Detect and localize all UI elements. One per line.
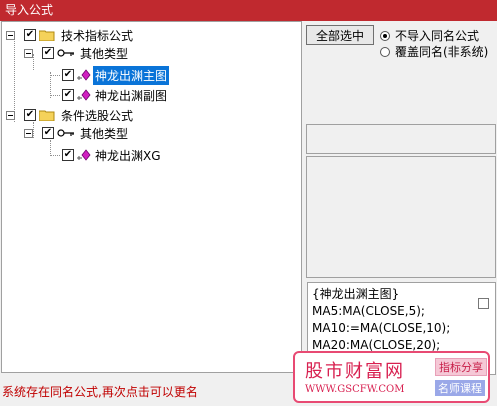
- tree-node-label: 技术指标公式: [61, 28, 134, 43]
- tree-node-label: 神龙出渊主图: [93, 65, 170, 85]
- tree-node-tech-indicators[interactable]: ✔ 技术指标公式: [6, 26, 135, 44]
- info-panel-2: [306, 156, 496, 278]
- radio-dot[interactable]: [380, 46, 390, 57]
- formula-tree[interactable]: ✔ 技术指标公式 ✔ 其他类型 ✔ 神龙出渊主图 ✔ 神龙出渊副图 ✔ 条件选股…: [1, 21, 302, 373]
- tree-connector: [50, 95, 60, 96]
- collapse-icon[interactable]: [6, 31, 15, 40]
- info-panel-1: [306, 124, 496, 154]
- radio-dot[interactable]: [380, 30, 390, 41]
- checkbox-stock-selection[interactable]: ✔: [24, 109, 36, 121]
- checkbox-sub-chart[interactable]: ✔: [62, 89, 74, 101]
- tree-node-main-chart[interactable]: ✔ 神龙出渊主图: [62, 65, 170, 85]
- watermark-tag-share: 指标分享: [435, 358, 487, 376]
- tree-connector: [50, 75, 60, 76]
- watermark-logo: 股市财富网 WWW.GSCFW.COM 指标分享 名师课程: [293, 351, 490, 403]
- checkbox-main-chart[interactable]: ✔: [62, 69, 74, 81]
- tree-node-xg[interactable]: ✔ 神龙出渊XG: [62, 146, 163, 164]
- tree-node-sub-chart[interactable]: ✔ 神龙出渊副图: [62, 86, 169, 104]
- collapse-icon[interactable]: [6, 111, 15, 120]
- tree-node-other-types-2[interactable]: ✔ 其他类型: [24, 124, 130, 142]
- radio-overwrite-label: 覆盖同名(非系统): [395, 45, 489, 59]
- watermark-url: WWW.GSCFW.COM: [305, 384, 405, 395]
- tree-node-other-types[interactable]: ✔ 其他类型: [24, 44, 130, 62]
- import-formula-dialog: 导入公式 ✔ 技术指标公式 ✔ 其他类型 ✔ 神龙出渊主图 ✔ 神龙出渊副图 ✔…: [0, 0, 497, 406]
- key-icon: [57, 129, 74, 137]
- radio-overwrite-duplicate[interactable]: 覆盖同名(非系统): [380, 43, 488, 60]
- watermark-name: 股市财富网: [305, 361, 405, 382]
- select-all-button[interactable]: 全部选中: [306, 25, 374, 45]
- radio-skip-label: 不导入同名公式: [395, 29, 480, 43]
- formula-icon: [77, 89, 91, 101]
- checkbox-other-types[interactable]: ✔: [42, 47, 54, 59]
- folder-icon: [39, 110, 55, 121]
- collapse-icon[interactable]: [24, 129, 33, 138]
- checkbox-xg[interactable]: ✔: [62, 149, 74, 161]
- tree-node-label: 条件选股公式: [61, 108, 134, 123]
- tree-node-label: 其他类型: [80, 46, 129, 61]
- checkbox-tech-indicators[interactable]: ✔: [24, 29, 36, 41]
- checkbox-other-types-2[interactable]: ✔: [42, 127, 54, 139]
- formula-line: {神龙出渊主图}: [312, 287, 400, 301]
- status-message: 系统存在同名公式,再次点击可以更名: [2, 385, 198, 399]
- tree-node-label: 神龙出渊XG: [95, 148, 161, 163]
- tree-connector: [50, 140, 51, 156]
- collapse-icon[interactable]: [24, 49, 33, 58]
- tree-node-stock-selection[interactable]: ✔ 条件选股公式: [6, 106, 135, 124]
- folder-icon: [39, 30, 55, 41]
- watermark-tag-course: 名师课程: [435, 380, 485, 396]
- tree-connector: [50, 155, 60, 156]
- preview-checkbox[interactable]: [478, 298, 489, 309]
- tree-node-label: 神龙出渊副图: [95, 88, 168, 103]
- radio-skip-duplicate[interactable]: 不导入同名公式: [380, 27, 479, 44]
- formula-icon: [77, 149, 91, 161]
- formula-line: MA5:MA(CLOSE,5);: [312, 304, 425, 318]
- formula-icon: [77, 69, 91, 81]
- window-title: 导入公式: [0, 0, 497, 21]
- key-icon: [57, 49, 74, 57]
- tree-node-label: 其他类型: [80, 126, 129, 141]
- formula-line: MA10:=MA(CLOSE,10);: [312, 321, 451, 335]
